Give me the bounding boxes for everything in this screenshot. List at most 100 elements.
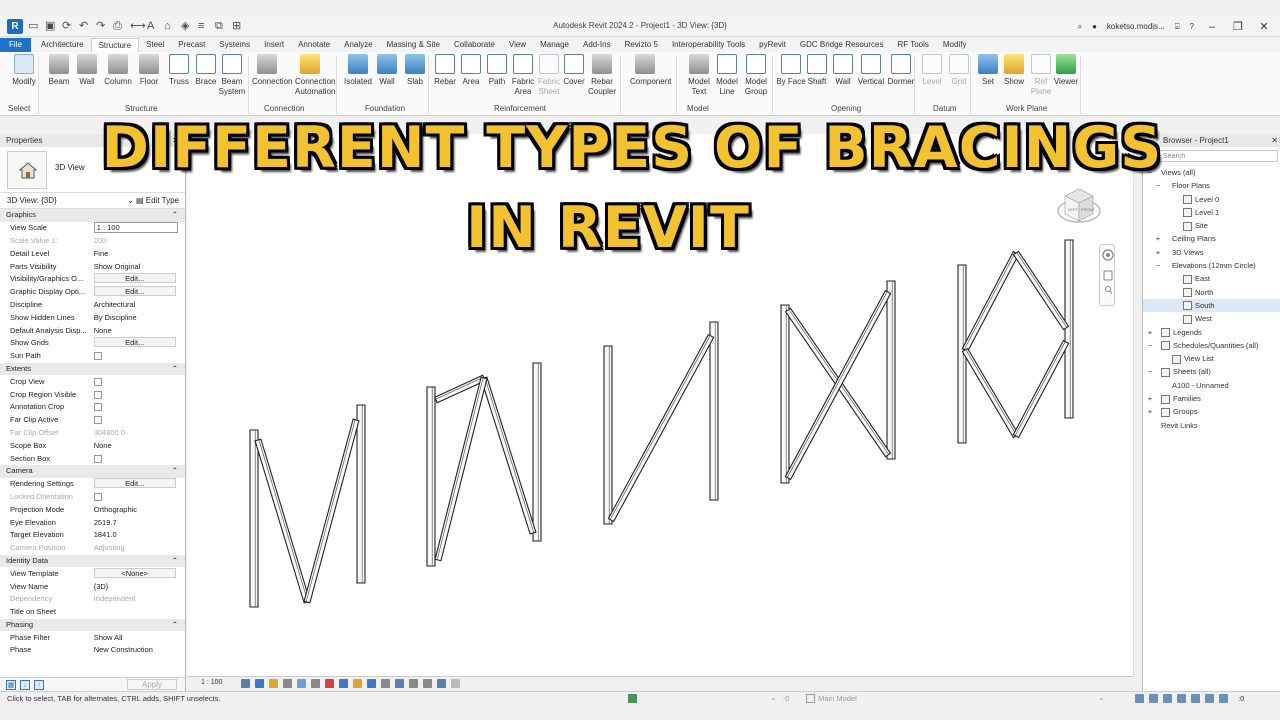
- collapse-icon[interactable]: −: [1146, 365, 1154, 378]
- property-group[interactable]: Identity Data ⌃: [0, 554, 185, 568]
- browser-item[interactable]: + Families: [1143, 392, 1280, 405]
- show-crop-icon[interactable]: [325, 679, 334, 688]
- connection-automation-button[interactable]: Connection Automation: [295, 54, 335, 97]
- edit-button[interactable]: Edit...: [93, 478, 176, 489]
- beam-system-button[interactable]: Beam System: [217, 54, 247, 97]
- crop-icon[interactable]: [311, 679, 320, 688]
- column-button[interactable]: Column: [103, 54, 133, 87]
- property-value[interactable]: 1841.0: [94, 530, 117, 539]
- workset-icon[interactable]: [628, 694, 637, 703]
- level-button[interactable]: Level: [917, 54, 947, 87]
- collapse-icon[interactable]: ⌃: [172, 465, 178, 477]
- binoculars-icon[interactable]: ⌕: [1078, 22, 1082, 32]
- collapse-icon[interactable]: −: [1154, 179, 1162, 192]
- steel-brace[interactable]: [480, 376, 537, 535]
- property-value[interactable]: {3D}: [94, 582, 109, 591]
- browser-item[interactable]: + Groups: [1143, 405, 1280, 418]
- rebar-coupler-button[interactable]: Rebar Coupler: [587, 54, 617, 97]
- drag-elements-icon[interactable]: [1191, 694, 1200, 703]
- isolated-button[interactable]: Isolated: [343, 54, 373, 87]
- filter-dropdown-icon[interactable]: ⌄: [770, 693, 777, 702]
- steel-column[interactable]: [249, 429, 259, 608]
- browser-item[interactable]: − Schedules/Quantities (all): [1143, 339, 1280, 352]
- cart-icon[interactable]: ⌺: [1175, 22, 1180, 32]
- steel-brace[interactable]: [434, 376, 488, 562]
- user-icon[interactable]: ●: [1092, 22, 1097, 31]
- tab-file[interactable]: File: [0, 38, 31, 52]
- view-scale-control[interactable]: 1 : 100: [201, 679, 222, 686]
- tab-insert[interactable]: Insert: [257, 38, 291, 52]
- wall-button[interactable]: Wall: [372, 54, 402, 87]
- show-button[interactable]: Show: [999, 54, 1029, 87]
- property-value[interactable]: None: [94, 441, 112, 450]
- background-process-icon[interactable]: [1205, 694, 1214, 703]
- beam-button[interactable]: Beam: [44, 54, 74, 87]
- tab-systems[interactable]: Systems: [212, 38, 257, 52]
- tab-add-ins[interactable]: Add-Ins: [576, 38, 618, 52]
- minimize-button[interactable]: –: [1204, 21, 1220, 33]
- filter-icon[interactable]: [1219, 694, 1228, 703]
- checkbox[interactable]: [93, 377, 102, 386]
- select-underlay-icon[interactable]: [1149, 694, 1158, 703]
- checkbox[interactable]: [93, 352, 102, 361]
- tab-view[interactable]: View: [502, 38, 533, 52]
- browser-item[interactable]: Revit Links: [1143, 419, 1280, 432]
- floor-button[interactable]: Floor: [134, 54, 164, 87]
- steel-column[interactable]: [356, 404, 366, 584]
- sort-az-icon[interactable]: ↓: [20, 680, 30, 690]
- steel-column[interactable]: [532, 362, 542, 542]
- close-icon[interactable]: ✕: [1271, 134, 1278, 147]
- sort-za-icon[interactable]: ↑: [34, 680, 44, 690]
- browser-item[interactable]: − Floor Plans: [1143, 179, 1280, 192]
- slab-button[interactable]: Slab: [400, 54, 430, 87]
- browser-item[interactable]: North: [1143, 286, 1280, 299]
- rendering-icon[interactable]: [297, 679, 306, 688]
- model-text-button[interactable]: Model Text: [684, 54, 714, 97]
- steel-brace[interactable]: [254, 438, 311, 604]
- property-value[interactable]: New Construction: [94, 645, 153, 654]
- property-value[interactable]: Architectural: [94, 300, 136, 309]
- tab-rf-tools[interactable]: RF Tools: [890, 38, 935, 52]
- panel-foundation[interactable]: Foundation: [365, 104, 405, 113]
- panel-select[interactable]: Select: [8, 104, 30, 113]
- property-value[interactable]: Show Original: [94, 262, 141, 271]
- checkbox[interactable]: [93, 416, 102, 425]
- checkbox[interactable]: [93, 403, 102, 412]
- expand-icon[interactable]: +: [1146, 405, 1154, 418]
- design-option-icon[interactable]: [806, 694, 815, 703]
- reveal-hidden-icon[interactable]: [367, 679, 376, 688]
- tab-manage[interactable]: Manage: [533, 38, 576, 52]
- truss-button[interactable]: Truss: [164, 54, 194, 87]
- browser-item[interactable]: A100 - Unnamed: [1143, 379, 1280, 392]
- model-line-button[interactable]: Model Line: [712, 54, 742, 97]
- property-group[interactable]: Extents ⌃: [0, 362, 185, 376]
- model-group-button[interactable]: Model Group: [741, 54, 771, 97]
- dormer-button[interactable]: Dormer: [886, 54, 916, 87]
- unlock-3d-icon[interactable]: [339, 679, 348, 688]
- sort-icon[interactable]: ▦: [6, 680, 16, 690]
- browser-item[interactable]: + Legends: [1143, 326, 1280, 339]
- active-model[interactable]: Main Model: [818, 694, 857, 703]
- wall-button[interactable]: Wall: [828, 54, 858, 87]
- browser-item[interactable]: − Elevations (12mm Circle): [1143, 259, 1280, 272]
- edit-button[interactable]: Edit...: [93, 273, 176, 284]
- steel-brace[interactable]: [303, 418, 360, 604]
- select-by-face-icon[interactable]: [1177, 694, 1186, 703]
- temporary-hide-icon[interactable]: [353, 679, 362, 688]
- property-group[interactable]: Camera ⌃: [0, 464, 185, 478]
- browser-item[interactable]: − Sheets (all): [1143, 365, 1280, 378]
- tab-collaborate[interactable]: Collaborate: [447, 38, 502, 52]
- edit-button[interactable]: Edit...: [93, 337, 176, 348]
- modify-button[interactable]: Modify: [9, 54, 39, 87]
- apply-button[interactable]: Apply: [127, 679, 177, 690]
- collapse-icon[interactable]: ⌃: [172, 555, 178, 567]
- collapse-icon[interactable]: ⌃: [172, 363, 178, 375]
- highlight-displacement-icon[interactable]: [409, 679, 418, 688]
- component-button[interactable]: Component: [630, 54, 671, 87]
- browser-item[interactable]: View List: [1143, 352, 1280, 365]
- checkbox[interactable]: [93, 390, 102, 399]
- expand-icon[interactable]: +: [1146, 392, 1154, 405]
- scroll-left-icon[interactable]: [451, 679, 460, 688]
- steel-column[interactable]: [603, 345, 613, 525]
- panel-datum[interactable]: Datum: [933, 104, 957, 113]
